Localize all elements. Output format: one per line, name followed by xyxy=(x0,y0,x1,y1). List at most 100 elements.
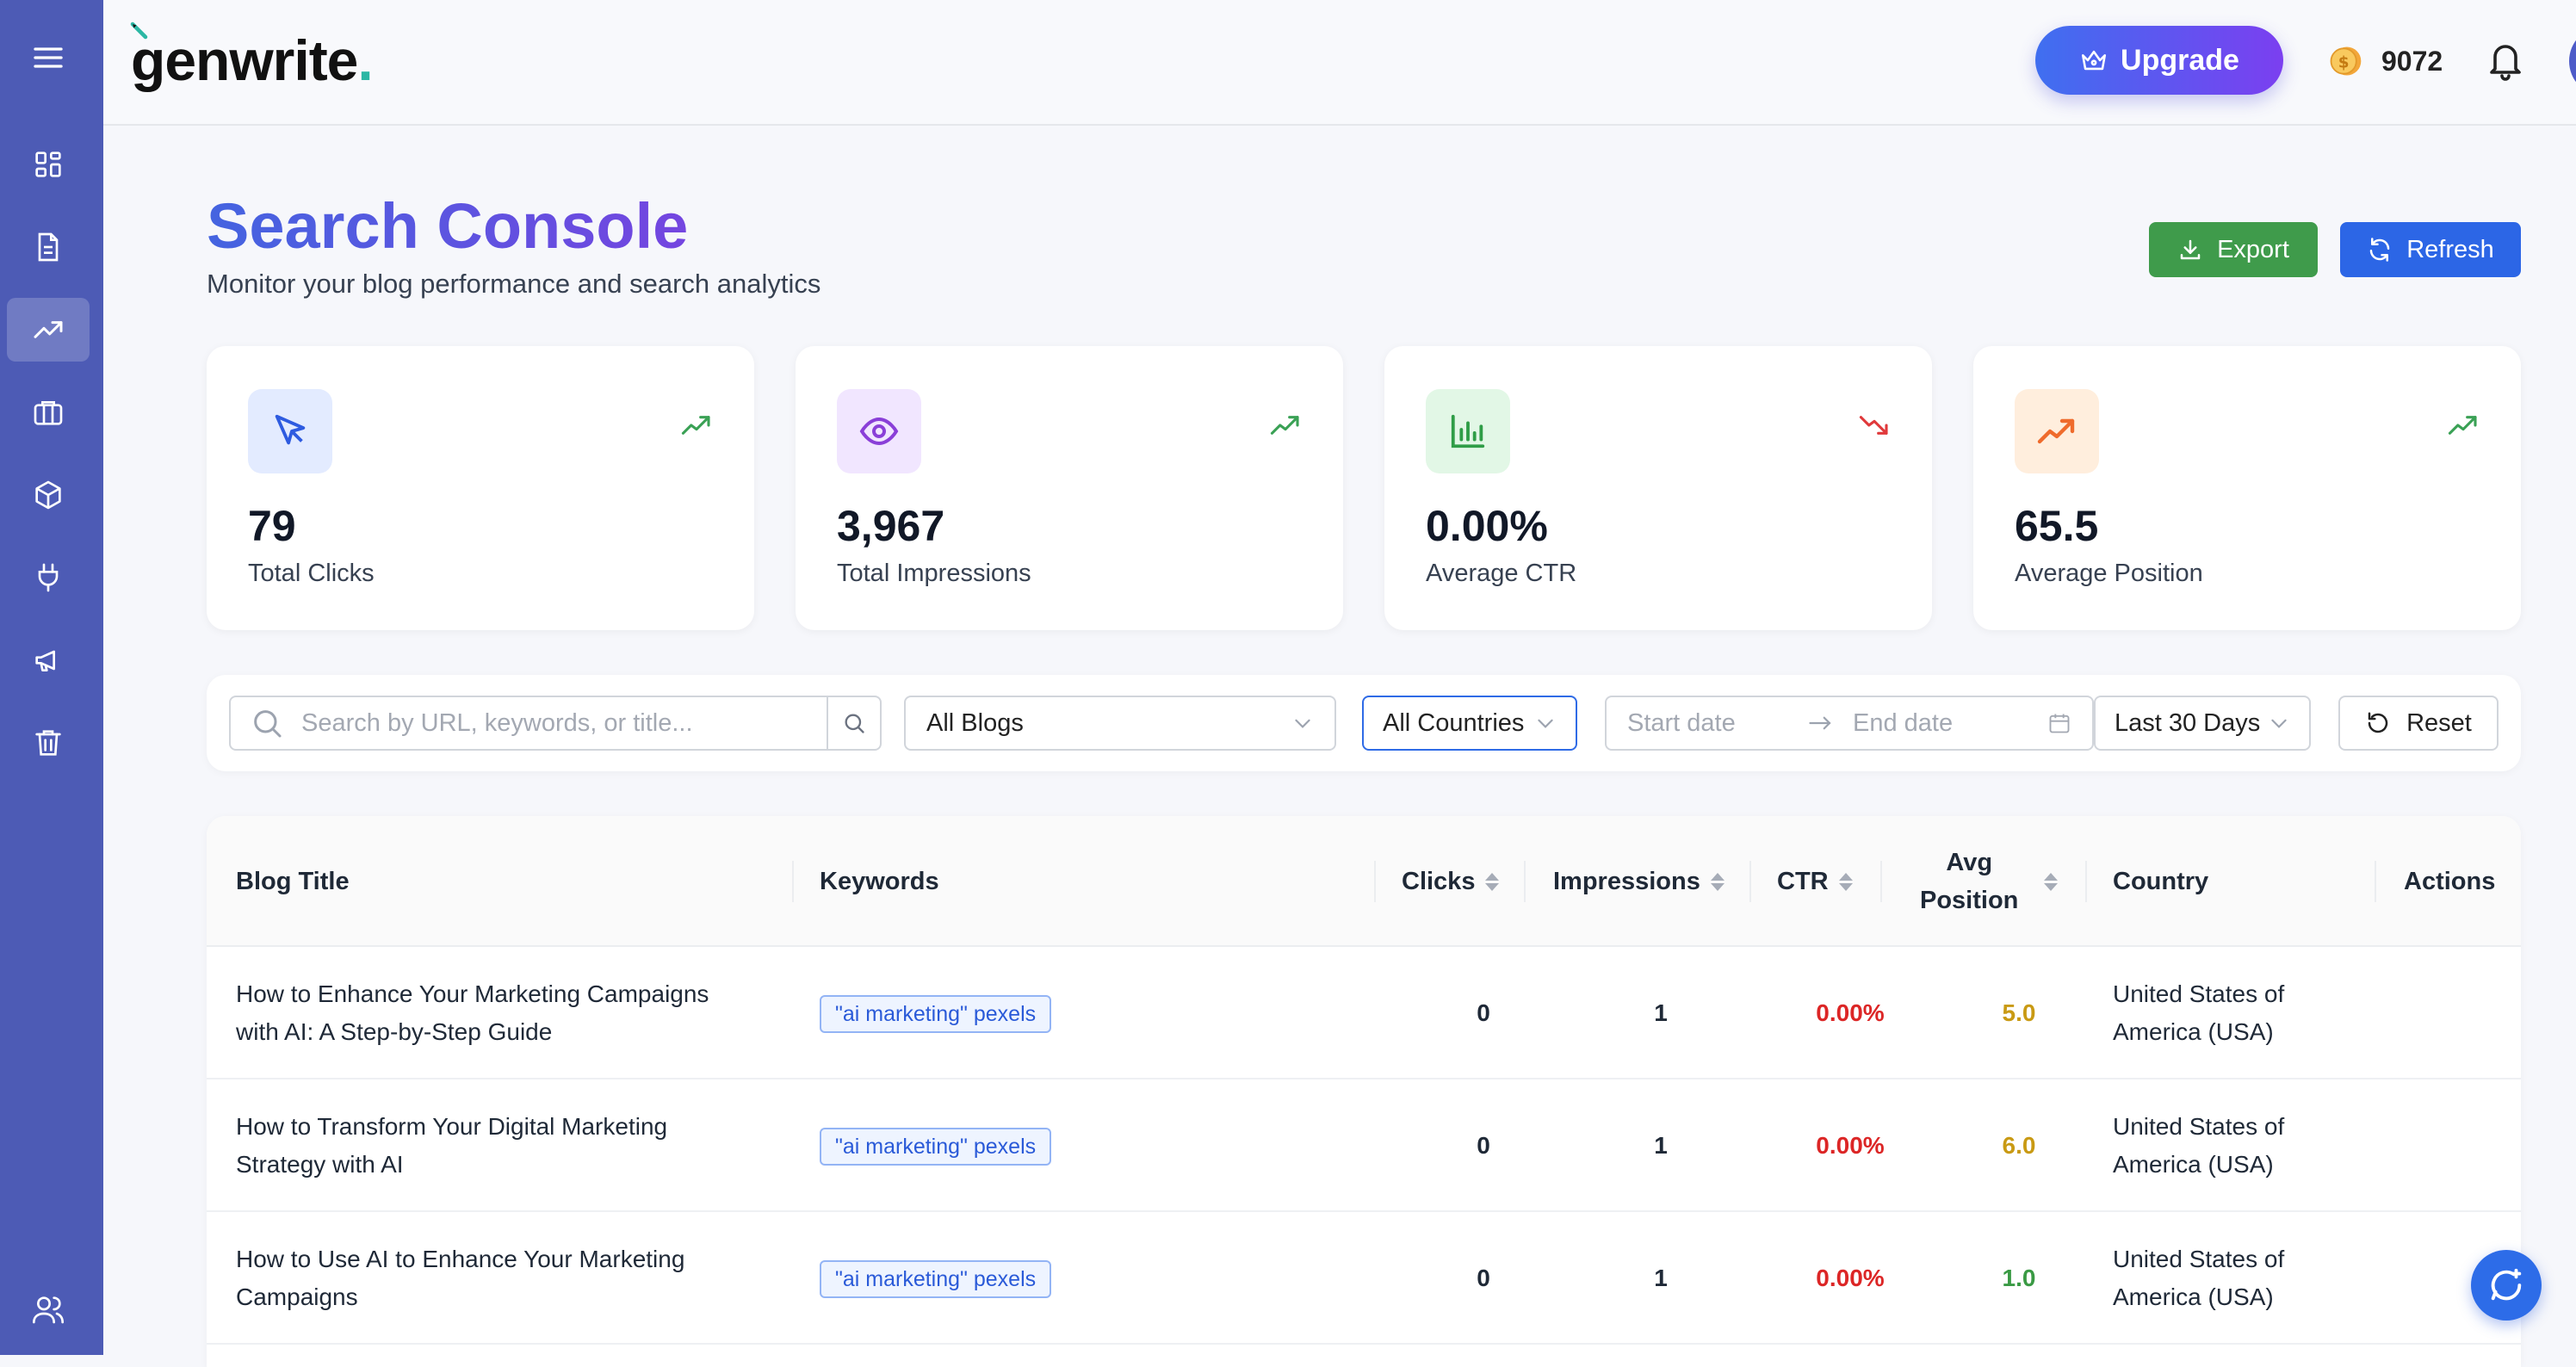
stat-card-position: 65.5 Average Position xyxy=(1973,346,2521,630)
stat-card-ctr: 0.00% Average CTR xyxy=(1384,346,1932,630)
logo-dot: . xyxy=(357,28,374,92)
stat-value: 79 xyxy=(248,502,296,550)
chat-help-button[interactable] xyxy=(2471,1250,2542,1321)
col-clicks-label: Clicks xyxy=(1402,867,1476,895)
end-date-input[interactable]: End date xyxy=(1853,709,2047,738)
trash-icon xyxy=(35,730,61,756)
genwrite-logo[interactable]: genwrite. xyxy=(130,17,374,103)
pen-nib-icon xyxy=(130,22,148,40)
notifications-button[interactable] xyxy=(2485,38,2526,87)
bell-icon xyxy=(2490,45,2521,81)
upgrade-button[interactable]: Upgrade xyxy=(2035,26,2283,95)
document-icon xyxy=(38,232,59,262)
results-table: Blog Title Keywords Clicks Impressions C… xyxy=(207,816,2521,1367)
plug-icon xyxy=(38,563,59,592)
credits-value: 9072 xyxy=(2381,45,2443,77)
stat-label: Total Clicks xyxy=(248,560,375,587)
export-button[interactable]: Export xyxy=(2149,222,2318,277)
table-header: Blog Title Keywords Clicks Impressions C… xyxy=(207,816,2521,947)
sidebar-item-integrations[interactable] xyxy=(7,546,90,609)
reset-label: Reset xyxy=(2406,708,2472,737)
date-range-picker[interactable]: Start date End date xyxy=(1605,696,2094,751)
search-box: Search by URL, keywords, or title... xyxy=(229,696,882,751)
stat-card-clicks: 79 Total Clicks xyxy=(207,346,754,630)
chevron-down-icon xyxy=(1295,719,1310,728)
reset-button[interactable]: Reset xyxy=(2338,696,2499,751)
impressions-value: 1 xyxy=(1654,1265,1668,1291)
ctr-value: 0.00% xyxy=(1816,1132,1885,1159)
col-avg-position-label-2: Position xyxy=(1920,887,2019,914)
sidebar-item-users[interactable] xyxy=(7,1277,90,1341)
calendar-icon xyxy=(2049,714,2070,733)
clicks-value: 0 xyxy=(1477,1265,1490,1291)
col-keywords[interactable]: Keywords xyxy=(820,816,939,947)
sort-icon xyxy=(2044,872,2059,891)
menu-button[interactable] xyxy=(7,26,90,90)
country-value: United States of America (USA) xyxy=(2113,1246,2285,1310)
sidebar-item-documents[interactable] xyxy=(7,215,90,279)
top-header: genwrite. Upgrade $ 9072 T xyxy=(103,0,2576,126)
trend-down-icon xyxy=(1858,413,1891,442)
sort-icon xyxy=(1838,872,1853,891)
position-value: 5.0 xyxy=(2002,999,2036,1026)
svg-text:$: $ xyxy=(2338,53,2350,71)
position-value: 1.0 xyxy=(2002,1265,2036,1291)
stat-label: Average CTR xyxy=(1426,560,1577,587)
clicks-value: 0 xyxy=(1477,999,1490,1026)
eye-icon xyxy=(837,389,921,473)
trend-up-icon xyxy=(1269,413,1302,442)
sidebar-item-announcements[interactable] xyxy=(7,628,90,692)
refresh-button[interactable]: Refresh xyxy=(2340,222,2521,277)
sidebar xyxy=(0,0,103,1355)
col-clicks[interactable]: Clicks xyxy=(1402,816,1500,947)
search-input[interactable]: Search by URL, keywords, or title... xyxy=(301,709,827,738)
table-row[interactable]: How to Use AI to Enhance Your Marketing … xyxy=(207,1212,2521,1345)
download-icon xyxy=(2180,239,2201,260)
table-row[interactable]: How to Enhance Your Marketing Campaigns … xyxy=(207,947,2521,1079)
arrow-right-icon xyxy=(1809,716,1831,730)
col-impressions[interactable]: Impressions xyxy=(1553,816,1725,947)
upgrade-label: Upgrade xyxy=(2121,43,2239,77)
page-subtitle: Monitor your blog performance and search… xyxy=(207,269,821,299)
trend-up-icon xyxy=(2447,413,2480,442)
sidebar-item-jobs[interactable] xyxy=(7,380,90,444)
reset-icon xyxy=(2368,712,2388,733)
sidebar-item-products[interactable] xyxy=(7,463,90,527)
user-avatar[interactable]: T xyxy=(2569,26,2576,96)
country-select-value: All Countries xyxy=(1383,708,1525,737)
col-ctr[interactable]: CTR xyxy=(1777,816,1853,947)
position-value: 6.0 xyxy=(2002,1132,2036,1159)
bar-chart-icon xyxy=(1426,389,1510,473)
search-icon xyxy=(254,710,282,738)
col-country[interactable]: Country xyxy=(2113,816,2208,947)
refresh-label: Refresh xyxy=(2406,235,2494,263)
keyword-tag: "ai marketing" pexels xyxy=(820,995,1052,1033)
country-select[interactable]: All Countries xyxy=(1362,696,1577,751)
coin-icon: $ xyxy=(2330,46,2362,76)
range-select-value: Last 30 Days xyxy=(2115,708,2261,737)
trending-up-icon xyxy=(2015,389,2099,473)
col-avg-position[interactable]: Avg Position xyxy=(1920,816,2059,947)
range-select[interactable]: Last 30 Days xyxy=(2094,696,2311,751)
users-icon xyxy=(33,1296,64,1324)
clicks-value: 0 xyxy=(1477,1132,1490,1159)
search-button[interactable] xyxy=(827,697,880,749)
table-row[interactable]: How to Transform Your Digital Marketing … xyxy=(207,1079,2521,1212)
start-date-input[interactable]: Start date xyxy=(1627,709,1808,738)
impressions-value: 1 xyxy=(1654,999,1668,1026)
export-label: Export xyxy=(2217,235,2289,263)
sidebar-item-analytics[interactable] xyxy=(7,298,90,362)
page-title: Search Console xyxy=(207,190,689,262)
stat-card-impressions: 3,967 Total Impressions xyxy=(796,346,1343,630)
crown-icon xyxy=(2082,50,2107,71)
blog-select[interactable]: All Blogs xyxy=(904,696,1336,751)
sidebar-item-trash[interactable] xyxy=(7,711,90,775)
chevron-down-icon xyxy=(1538,719,1553,728)
trending-up-icon xyxy=(34,321,63,338)
credits-balance[interactable]: $ 9072 xyxy=(2326,40,2443,83)
menu-icon xyxy=(34,47,63,68)
sidebar-item-dashboard[interactable] xyxy=(7,133,90,196)
stat-label: Total Impressions xyxy=(837,560,1031,587)
cursor-icon xyxy=(248,389,332,473)
col-blog-title[interactable]: Blog Title xyxy=(236,816,350,947)
